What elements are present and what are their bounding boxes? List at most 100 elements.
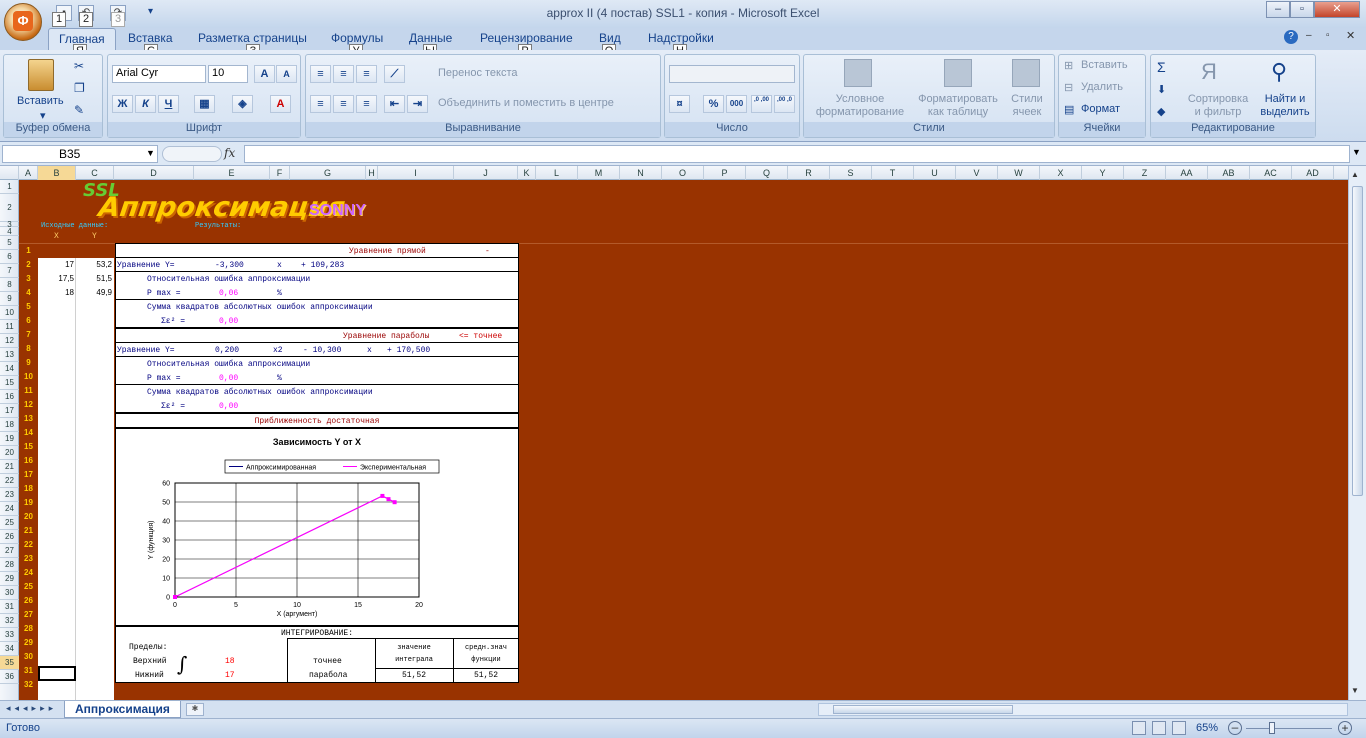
- row-header[interactable]: 12: [0, 334, 19, 348]
- page-layout-view-icon[interactable]: [1152, 721, 1166, 735]
- maximize-button[interactable]: ▫: [1290, 1, 1314, 18]
- fill-color-icon[interactable]: ◈: [232, 95, 253, 113]
- y-cell[interactable]: 49,9: [76, 288, 112, 297]
- row-header[interactable]: 32: [0, 614, 19, 628]
- col-header[interactable]: AB: [1208, 166, 1250, 180]
- zoom-out-icon[interactable]: –: [1228, 721, 1242, 735]
- col-header[interactable]: AC: [1250, 166, 1292, 180]
- col-header[interactable]: M: [578, 166, 620, 180]
- merge-center-button[interactable]: Объединить и поместить в центре: [438, 97, 614, 109]
- clear-icon[interactable]: ◆: [1157, 105, 1165, 118]
- cell-styles-icon[interactable]: [1012, 59, 1040, 87]
- col-header[interactable]: H: [366, 166, 378, 180]
- h-scroll-thumb[interactable]: [833, 705, 1013, 714]
- find-select-button[interactable]: Найти и выделить: [1257, 93, 1313, 119]
- increase-indent-icon[interactable]: ⇥: [407, 95, 428, 113]
- col-header[interactable]: A: [19, 166, 38, 180]
- row-header[interactable]: 21: [0, 460, 19, 474]
- row-header[interactable]: 26: [0, 530, 19, 544]
- y-cell[interactable]: 51,5: [76, 274, 112, 283]
- scroll-thumb[interactable]: [1352, 186, 1363, 496]
- bold-button[interactable]: Ж: [112, 95, 133, 113]
- increase-decimal-button[interactable]: ,0 ,00: [751, 95, 772, 113]
- col-header[interactable]: B: [38, 166, 76, 180]
- conditional-format-icon[interactable]: [844, 59, 872, 87]
- col-header[interactable]: V: [956, 166, 998, 180]
- row-header[interactable]: 29: [0, 572, 19, 586]
- row-header[interactable]: 11: [0, 320, 19, 334]
- tab-review[interactable]: Рецензирование: [480, 31, 573, 45]
- row-header[interactable]: 15: [0, 376, 19, 390]
- help-icon[interactable]: ?: [1284, 30, 1298, 44]
- row-header[interactable]: 20: [0, 446, 19, 460]
- col-header[interactable]: F: [270, 166, 290, 180]
- grow-font-button[interactable]: A: [254, 65, 275, 83]
- row-header[interactable]: 36: [0, 670, 19, 684]
- tab-formulas[interactable]: Формулы: [331, 31, 383, 45]
- row-header[interactable]: 7: [0, 264, 19, 278]
- horizontal-scrollbar[interactable]: [818, 703, 1348, 716]
- currency-icon[interactable]: ¤: [669, 95, 690, 113]
- row-header[interactable]: 25: [0, 516, 19, 530]
- insert-function-button[interactable]: fx: [224, 146, 235, 160]
- page-break-view-icon[interactable]: [1172, 721, 1186, 735]
- row-header[interactable]: 35: [0, 656, 19, 670]
- formula-expand-icon[interactable]: ▼: [1352, 147, 1361, 157]
- row-header[interactable]: 30: [0, 586, 19, 600]
- format-painter-icon[interactable]: ✎: [74, 103, 84, 117]
- col-header[interactable]: AD: [1292, 166, 1334, 180]
- ribbon-close-icon[interactable]: ✕: [1346, 29, 1355, 42]
- col-header[interactable]: U: [914, 166, 956, 180]
- x-cell[interactable]: 17: [38, 260, 74, 269]
- align-bottom-icon[interactable]: ≡: [356, 65, 377, 83]
- row-header[interactable]: 19: [0, 432, 19, 446]
- selected-cell-B35[interactable]: [38, 666, 76, 681]
- name-box-dropdown-icon[interactable]: ▼: [146, 148, 155, 158]
- col-header[interactable]: O: [662, 166, 704, 180]
- binoculars-icon[interactable]: ⚲: [1271, 59, 1301, 87]
- shrink-font-button[interactable]: A: [276, 65, 297, 83]
- format-cells-button[interactable]: Формат: [1081, 103, 1120, 115]
- font-color-button[interactable]: A: [270, 95, 291, 113]
- tab-page-layout[interactable]: Разметка страницы: [198, 31, 307, 45]
- italic-button[interactable]: К: [135, 95, 156, 113]
- conditional-format-button[interactable]: Условное форматирование: [810, 93, 910, 119]
- copy-icon[interactable]: ❐: [74, 81, 85, 95]
- col-header[interactable]: Y: [1082, 166, 1124, 180]
- normal-view-icon[interactable]: [1132, 721, 1146, 735]
- paste-button[interactable]: Вставить: [17, 95, 64, 107]
- autosum-button[interactable]: Σ: [1157, 59, 1166, 75]
- orientation-icon[interactable]: ⟋: [384, 65, 405, 83]
- col-header[interactable]: L: [536, 166, 578, 180]
- row-header[interactable]: 17: [0, 404, 19, 418]
- sheet-tab-active[interactable]: Аппроксимация: [64, 701, 181, 718]
- borders-icon[interactable]: ▦: [194, 95, 215, 113]
- chart[interactable]: Зависимость Y от X Аппроксимированная Эксп…: [117, 429, 517, 623]
- align-top-icon[interactable]: ≡: [310, 65, 331, 83]
- tab-addins[interactable]: Надстройки: [648, 31, 714, 45]
- col-header[interactable]: J: [454, 166, 518, 180]
- x-cell[interactable]: 18: [38, 288, 74, 297]
- format-table-button[interactable]: Форматировать как таблицу: [912, 93, 1004, 119]
- row-header[interactable]: 22: [0, 474, 19, 488]
- row-header[interactable]: 14: [0, 362, 19, 376]
- row-header[interactable]: 6: [0, 250, 19, 264]
- zoom-level[interactable]: 65%: [1196, 722, 1218, 734]
- row-header[interactable]: 5: [0, 236, 19, 250]
- y-cell[interactable]: 53,2: [76, 260, 112, 269]
- tab-insert[interactable]: Вставка: [128, 31, 173, 45]
- minimize-button[interactable]: –: [1266, 1, 1290, 18]
- zoom-slider-knob[interactable]: [1269, 722, 1276, 734]
- col-header[interactable]: N: [620, 166, 662, 180]
- row-header[interactable]: 31: [0, 600, 19, 614]
- scroll-up-icon[interactable]: ▲: [1351, 170, 1359, 179]
- insert-sheet-icon[interactable]: ✱: [186, 703, 204, 716]
- qat-dropdown-icon[interactable]: ▾: [148, 6, 153, 17]
- row-header[interactable]: 33: [0, 628, 19, 642]
- col-header[interactable]: AA: [1166, 166, 1208, 180]
- scroll-down-icon[interactable]: ▼: [1351, 686, 1359, 695]
- row-header[interactable]: 16: [0, 390, 19, 404]
- font-size-select[interactable]: 10: [208, 65, 248, 83]
- row-header[interactable]: 2: [0, 194, 19, 222]
- col-header[interactable]: R: [788, 166, 830, 180]
